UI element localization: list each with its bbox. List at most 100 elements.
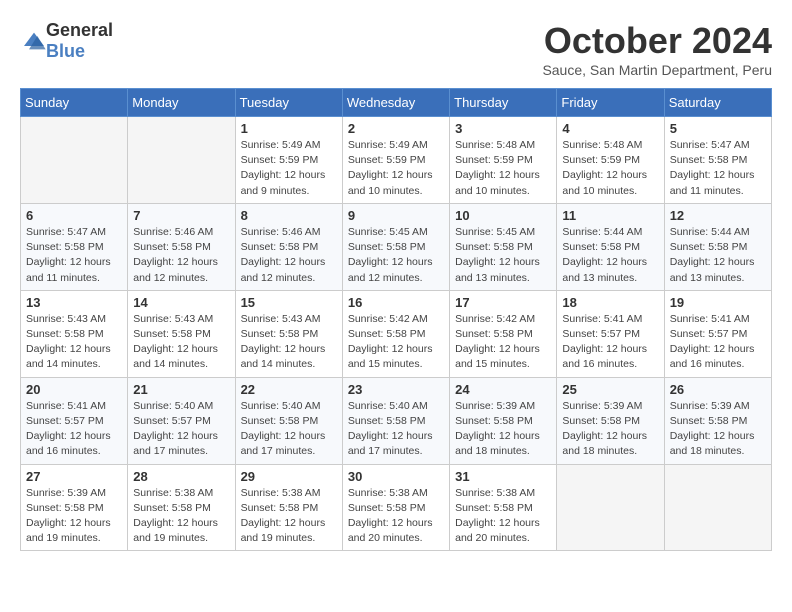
- calendar-cell: 12 Sunrise: 5:44 AM Sunset: 5:58 PM Dayli…: [664, 203, 771, 290]
- calendar-cell: 4 Sunrise: 5:48 AM Sunset: 5:59 PM Daylig…: [557, 117, 664, 204]
- day-info: Sunrise: 5:46 AM Sunset: 5:58 PM Dayligh…: [241, 225, 337, 286]
- calendar-table: SundayMondayTuesdayWednesdayThursdayFrid…: [20, 88, 772, 551]
- day-info: Sunrise: 5:44 AM Sunset: 5:58 PM Dayligh…: [562, 225, 658, 286]
- calendar-cell: 30 Sunrise: 5:38 AM Sunset: 5:58 PM Dayli…: [342, 464, 449, 551]
- day-number: 1: [241, 121, 337, 136]
- weekday-header-monday: Monday: [128, 89, 235, 117]
- header: General Blue October 2024 Sauce, San Mar…: [20, 20, 772, 78]
- day-info: Sunrise: 5:39 AM Sunset: 5:58 PM Dayligh…: [562, 399, 658, 460]
- calendar-cell: 31 Sunrise: 5:38 AM Sunset: 5:58 PM Dayli…: [450, 464, 557, 551]
- calendar-cell: 2Sunrise: 5:49 AM Sunset: 5:59 PM Daylig…: [342, 117, 449, 204]
- day-number: 22: [241, 382, 337, 397]
- day-info: Sunrise: 5:40 AM Sunset: 5:58 PM Dayligh…: [241, 399, 337, 460]
- calendar-cell: 27 Sunrise: 5:39 AM Sunset: 5:58 PM Dayli…: [21, 464, 128, 551]
- calendar-cell: [128, 117, 235, 204]
- weekday-header-thursday: Thursday: [450, 89, 557, 117]
- day-number: 8: [241, 208, 337, 223]
- day-info: Sunrise: 5:49 AM Sunset: 5:59 PM Dayligh…: [241, 138, 337, 199]
- calendar-cell: 29 Sunrise: 5:38 AM Sunset: 5:58 PM Dayli…: [235, 464, 342, 551]
- day-info: Sunrise: 5:47 AM Sunset: 5:58 PM Dayligh…: [26, 225, 122, 286]
- calendar-cell: [664, 464, 771, 551]
- weekday-header-saturday: Saturday: [664, 89, 771, 117]
- day-number: 3: [455, 121, 551, 136]
- day-number: 11: [562, 208, 658, 223]
- calendar-cell: 23 Sunrise: 5:40 AM Sunset: 5:58 PM Dayli…: [342, 377, 449, 464]
- day-info: Sunrise: 5:45 AM Sunset: 5:58 PM Dayligh…: [348, 225, 444, 286]
- day-number: 5: [670, 121, 766, 136]
- day-number: 20: [26, 382, 122, 397]
- calendar-week-4: 20 Sunrise: 5:41 AM Sunset: 5:57 PM Dayli…: [21, 377, 772, 464]
- day-number: 6: [26, 208, 122, 223]
- calendar-cell: 16 Sunrise: 5:42 AM Sunset: 5:58 PM Dayli…: [342, 290, 449, 377]
- day-info: Sunrise: 5:40 AM Sunset: 5:58 PM Dayligh…: [348, 399, 444, 460]
- day-number: 25: [562, 382, 658, 397]
- calendar-cell: 5 Sunrise: 5:47 AM Sunset: 5:58 PM Daylig…: [664, 117, 771, 204]
- day-info: Sunrise: 5:38 AM Sunset: 5:58 PM Dayligh…: [348, 486, 444, 547]
- day-info: Sunrise: 5:48 AM Sunset: 5:59 PM Dayligh…: [455, 138, 551, 199]
- location-subtitle: Sauce, San Martin Department, Peru: [542, 62, 772, 78]
- calendar-cell: 25 Sunrise: 5:39 AM Sunset: 5:58 PM Dayli…: [557, 377, 664, 464]
- day-number: 27: [26, 469, 122, 484]
- day-number: 12: [670, 208, 766, 223]
- day-info: Sunrise: 5:41 AM Sunset: 5:57 PM Dayligh…: [26, 399, 122, 460]
- day-number: 31: [455, 469, 551, 484]
- calendar-cell: 21Sunrise: 5:40 AM Sunset: 5:57 PM Dayli…: [128, 377, 235, 464]
- day-number: 23: [348, 382, 444, 397]
- day-info: Sunrise: 5:44 AM Sunset: 5:58 PM Dayligh…: [670, 225, 766, 286]
- day-number: 24: [455, 382, 551, 397]
- day-info: Sunrise: 5:38 AM Sunset: 5:58 PM Dayligh…: [455, 486, 551, 547]
- calendar-week-1: 1 Sunrise: 5:49 AM Sunset: 5:59 PM Daylig…: [21, 117, 772, 204]
- calendar-cell: 3 Sunrise: 5:48 AM Sunset: 5:59 PM Daylig…: [450, 117, 557, 204]
- calendar-cell: 20 Sunrise: 5:41 AM Sunset: 5:57 PM Dayli…: [21, 377, 128, 464]
- calendar-week-5: 27 Sunrise: 5:39 AM Sunset: 5:58 PM Dayli…: [21, 464, 772, 551]
- day-number: 15: [241, 295, 337, 310]
- weekday-header-sunday: Sunday: [21, 89, 128, 117]
- calendar-week-2: 6 Sunrise: 5:47 AM Sunset: 5:58 PM Daylig…: [21, 203, 772, 290]
- day-info: Sunrise: 5:47 AM Sunset: 5:58 PM Dayligh…: [670, 138, 766, 199]
- calendar-cell: 18Sunrise: 5:41 AM Sunset: 5:57 PM Dayli…: [557, 290, 664, 377]
- calendar-week-3: 13 Sunrise: 5:43 AM Sunset: 5:58 PM Dayli…: [21, 290, 772, 377]
- calendar-cell: 10Sunrise: 5:45 AM Sunset: 5:58 PM Dayli…: [450, 203, 557, 290]
- day-number: 10: [455, 208, 551, 223]
- day-info: Sunrise: 5:48 AM Sunset: 5:59 PM Dayligh…: [562, 138, 658, 199]
- day-info: Sunrise: 5:43 AM Sunset: 5:58 PM Dayligh…: [26, 312, 122, 373]
- day-number: 16: [348, 295, 444, 310]
- day-info: Sunrise: 5:39 AM Sunset: 5:58 PM Dayligh…: [670, 399, 766, 460]
- day-info: Sunrise: 5:49 AM Sunset: 5:59 PM Dayligh…: [348, 138, 444, 199]
- calendar-cell: 11 Sunrise: 5:44 AM Sunset: 5:58 PM Dayli…: [557, 203, 664, 290]
- logo-icon: [22, 31, 46, 51]
- day-info: Sunrise: 5:42 AM Sunset: 5:58 PM Dayligh…: [348, 312, 444, 373]
- calendar-cell: 26 Sunrise: 5:39 AM Sunset: 5:58 PM Dayli…: [664, 377, 771, 464]
- calendar-cell: 15 Sunrise: 5:43 AM Sunset: 5:58 PM Dayli…: [235, 290, 342, 377]
- calendar-cell: 24Sunrise: 5:39 AM Sunset: 5:58 PM Dayli…: [450, 377, 557, 464]
- calendar-cell: 1 Sunrise: 5:49 AM Sunset: 5:59 PM Daylig…: [235, 117, 342, 204]
- calendar-cell: 8 Sunrise: 5:46 AM Sunset: 5:58 PM Daylig…: [235, 203, 342, 290]
- calendar-cell: 14Sunrise: 5:43 AM Sunset: 5:58 PM Dayli…: [128, 290, 235, 377]
- day-number: 4: [562, 121, 658, 136]
- calendar-cell: 9Sunrise: 5:45 AM Sunset: 5:58 PM Daylig…: [342, 203, 449, 290]
- weekday-header-wednesday: Wednesday: [342, 89, 449, 117]
- day-info: Sunrise: 5:43 AM Sunset: 5:58 PM Dayligh…: [241, 312, 337, 373]
- day-info: Sunrise: 5:46 AM Sunset: 5:58 PM Dayligh…: [133, 225, 229, 286]
- day-info: Sunrise: 5:41 AM Sunset: 5:57 PM Dayligh…: [562, 312, 658, 373]
- day-info: Sunrise: 5:39 AM Sunset: 5:58 PM Dayligh…: [26, 486, 122, 547]
- title-area: October 2024 Sauce, San Martin Departmen…: [542, 20, 772, 78]
- calendar-cell: 6 Sunrise: 5:47 AM Sunset: 5:58 PM Daylig…: [21, 203, 128, 290]
- calendar-cell: 28Sunrise: 5:38 AM Sunset: 5:58 PM Dayli…: [128, 464, 235, 551]
- day-number: 30: [348, 469, 444, 484]
- calendar-cell: 13 Sunrise: 5:43 AM Sunset: 5:58 PM Dayli…: [21, 290, 128, 377]
- day-number: 13: [26, 295, 122, 310]
- day-info: Sunrise: 5:38 AM Sunset: 5:58 PM Dayligh…: [241, 486, 337, 547]
- day-info: Sunrise: 5:42 AM Sunset: 5:58 PM Dayligh…: [455, 312, 551, 373]
- calendar-cell: 7Sunrise: 5:46 AM Sunset: 5:58 PM Daylig…: [128, 203, 235, 290]
- day-number: 26: [670, 382, 766, 397]
- day-number: 28: [133, 469, 229, 484]
- logo: General Blue: [20, 20, 113, 62]
- logo-general: General: [46, 20, 113, 40]
- calendar-cell: [557, 464, 664, 551]
- calendar-cell: 17Sunrise: 5:42 AM Sunset: 5:58 PM Dayli…: [450, 290, 557, 377]
- day-number: 29: [241, 469, 337, 484]
- day-info: Sunrise: 5:40 AM Sunset: 5:57 PM Dayligh…: [133, 399, 229, 460]
- day-number: 19: [670, 295, 766, 310]
- logo-blue: Blue: [46, 41, 85, 61]
